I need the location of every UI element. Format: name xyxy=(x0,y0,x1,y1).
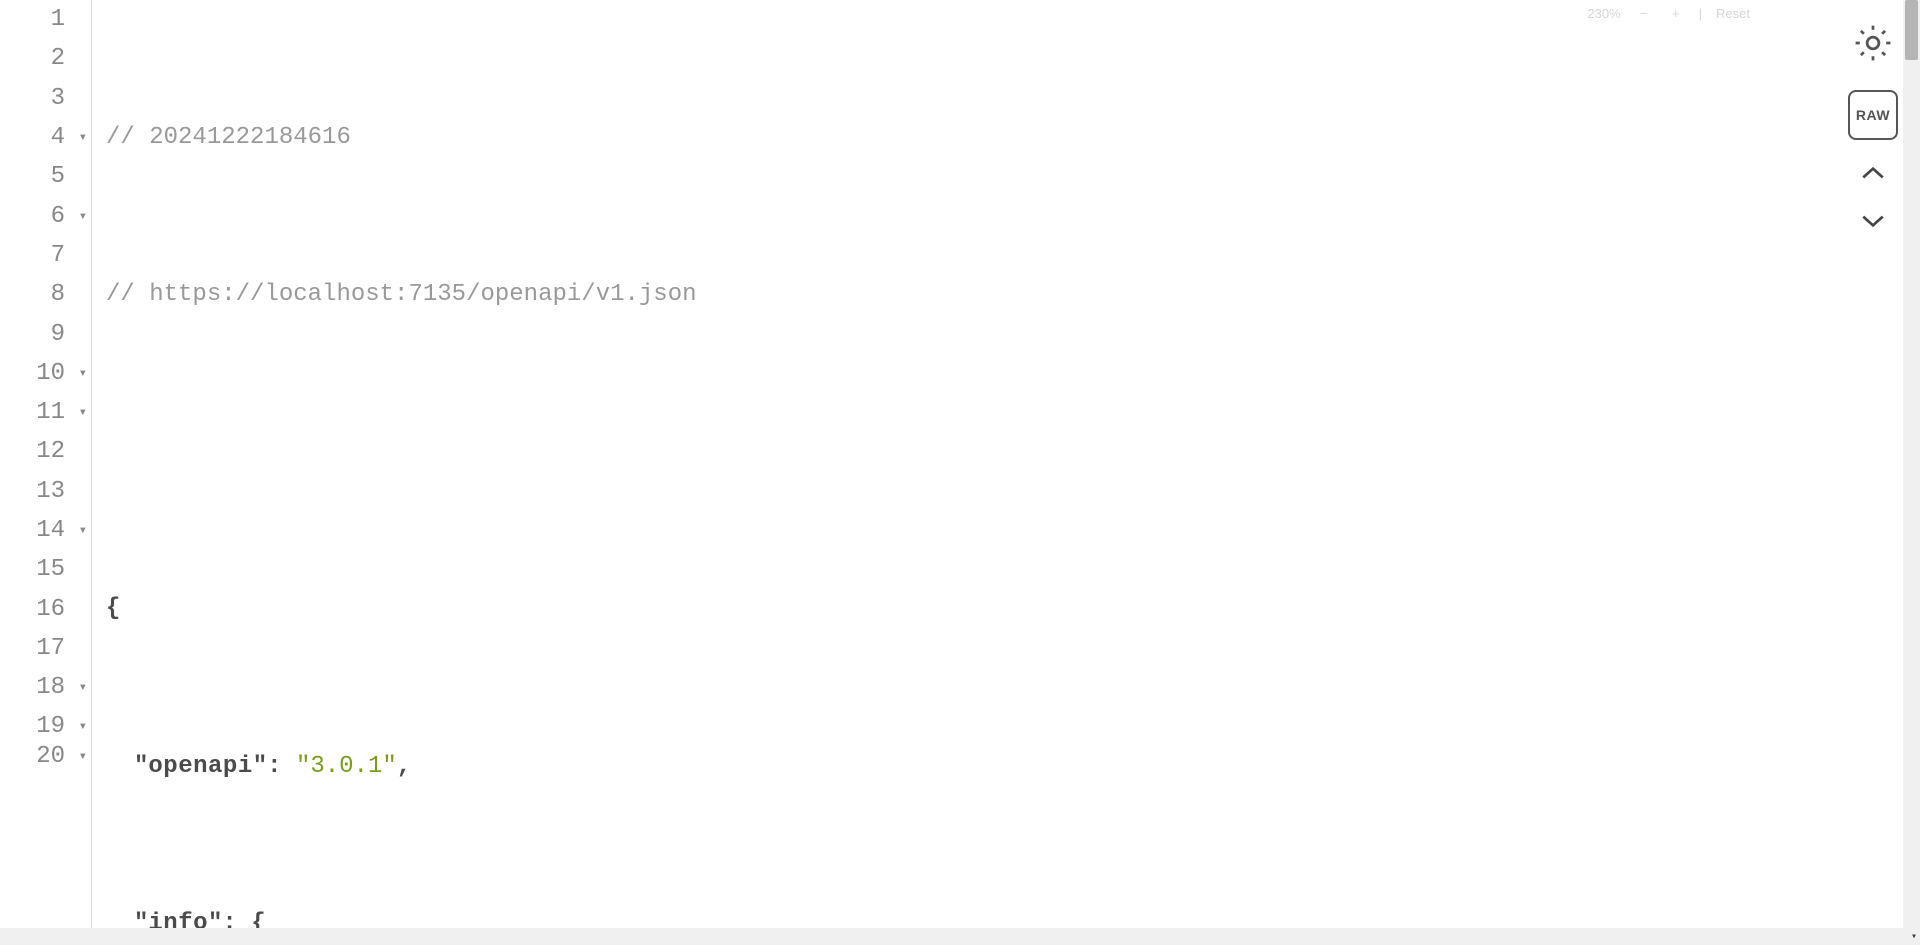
zoom-value: 230% xyxy=(1587,6,1620,21)
zoom-divider: | xyxy=(1699,6,1702,21)
gutter-row: 18 ▾ xyxy=(0,668,91,707)
gutter-row: 8 xyxy=(0,275,91,314)
line-number: 13 xyxy=(36,478,65,505)
gutter-row: 7 xyxy=(0,236,91,275)
brace-open: { xyxy=(106,589,120,628)
fold-toggle[interactable]: ▾ xyxy=(79,208,87,225)
chevron-down-icon xyxy=(1860,212,1886,230)
line-number: 11 xyxy=(36,399,65,426)
corner-arrow-icon: ▾ xyxy=(1911,931,1917,943)
line-number: 15 xyxy=(36,556,65,583)
gutter-row: 15 xyxy=(0,550,91,589)
comment-prefix: // xyxy=(106,118,149,157)
code-line xyxy=(106,432,1920,471)
vertical-scrollbar[interactable] xyxy=(1903,0,1920,928)
code-area[interactable]: // 20241222184616 // https://localhost:7… xyxy=(92,0,1920,945)
line-number: 1 xyxy=(51,6,65,33)
raw-label: RAW xyxy=(1856,107,1890,123)
scroll-up-button[interactable] xyxy=(1860,162,1886,188)
line-number: 16 xyxy=(36,596,65,623)
gutter-row: 17 xyxy=(0,629,91,668)
line-number: 19 xyxy=(36,713,65,740)
line-number: 3 xyxy=(51,85,65,112)
comment-prefix: // xyxy=(106,275,149,314)
line-number: 12 xyxy=(36,438,65,465)
settings-button[interactable] xyxy=(1848,18,1898,68)
scrollbar-corner: ▾ xyxy=(1903,928,1920,945)
line-number: 10 xyxy=(36,360,65,387)
horizontal-scrollbar[interactable] xyxy=(0,928,1903,945)
raw-button[interactable]: RAW xyxy=(1848,90,1898,140)
comment-timestamp: 20241222184616 xyxy=(149,118,351,157)
zoom-reset-button[interactable]: Reset xyxy=(1716,6,1750,21)
zoom-in-button[interactable]: + xyxy=(1667,6,1685,21)
fold-toggle[interactable]: ▾ xyxy=(79,679,87,696)
line-number: 4 xyxy=(51,124,65,151)
line-number: 7 xyxy=(51,242,65,269)
fold-toggle[interactable]: ▾ xyxy=(79,365,87,382)
json-viewer: 1234▾56▾78910▾11▾121314▾15161718▾19▾20▾ … xyxy=(0,0,1920,945)
gutter-row: 12 xyxy=(0,432,91,471)
line-number: 9 xyxy=(51,321,65,348)
line-number: 8 xyxy=(51,281,65,308)
scroll-down-button[interactable] xyxy=(1860,210,1886,236)
line-number: 2 xyxy=(51,45,65,72)
gutter-row: 6▾ xyxy=(0,196,91,235)
gutter-row: 9 xyxy=(0,314,91,353)
code-line: // 20241222184616 xyxy=(106,118,1920,157)
gutter-row: 14 ▾ xyxy=(0,511,91,550)
fold-toggle[interactable]: ▾ xyxy=(79,404,87,421)
code-line: // https://localhost:7135/openapi/v1.jso… xyxy=(106,275,1920,314)
gutter-row: 10 ▾ xyxy=(0,354,91,393)
chevron-up-icon xyxy=(1860,164,1886,182)
line-number: 14 xyxy=(36,517,65,544)
line-number: 20 xyxy=(36,743,65,770)
gutter: 1234▾56▾78910▾11▾121314▾15161718▾19▾20▾ xyxy=(0,0,92,945)
line-number: 5 xyxy=(51,163,65,190)
gutter-row: 11 ▾ xyxy=(0,393,91,432)
fold-toggle[interactable]: ▾ xyxy=(79,522,87,539)
gutter-row: 1 xyxy=(0,0,91,39)
code-line: "openapi": "3.0.1", xyxy=(106,747,1920,786)
gutter-row: 2 xyxy=(0,39,91,78)
fold-toggle[interactable]: ▾ xyxy=(79,718,87,735)
side-toolbar: RAW xyxy=(1848,18,1898,236)
gutter-row: 20▾ xyxy=(0,747,91,767)
code-line: { xyxy=(106,589,1920,628)
gutter-row: 13 xyxy=(0,472,91,511)
gutter-row: 5 xyxy=(0,157,91,196)
gutter-row: 16 xyxy=(0,589,91,628)
key-openapi: openapi xyxy=(148,747,252,786)
fold-toggle[interactable]: ▾ xyxy=(79,129,87,146)
val-openapi: 3.0.1 xyxy=(310,747,382,786)
gutter-row: 4▾ xyxy=(0,118,91,157)
gear-icon xyxy=(1851,21,1895,65)
gutter-row: 3 xyxy=(0,79,91,118)
fold-toggle[interactable]: ▾ xyxy=(79,748,87,765)
gutter-row: 19 ▾ xyxy=(0,707,91,746)
zoom-out-button[interactable]: − xyxy=(1635,6,1653,21)
line-number: 6 xyxy=(51,203,65,230)
scrollbar-thumb[interactable] xyxy=(1905,0,1918,60)
line-number: 17 xyxy=(36,635,65,662)
comment-url: https://localhost:7135/openapi/v1.json xyxy=(149,275,696,314)
line-number: 18 xyxy=(36,674,65,701)
zoom-bar: 230% − + | Reset xyxy=(1587,6,1750,21)
